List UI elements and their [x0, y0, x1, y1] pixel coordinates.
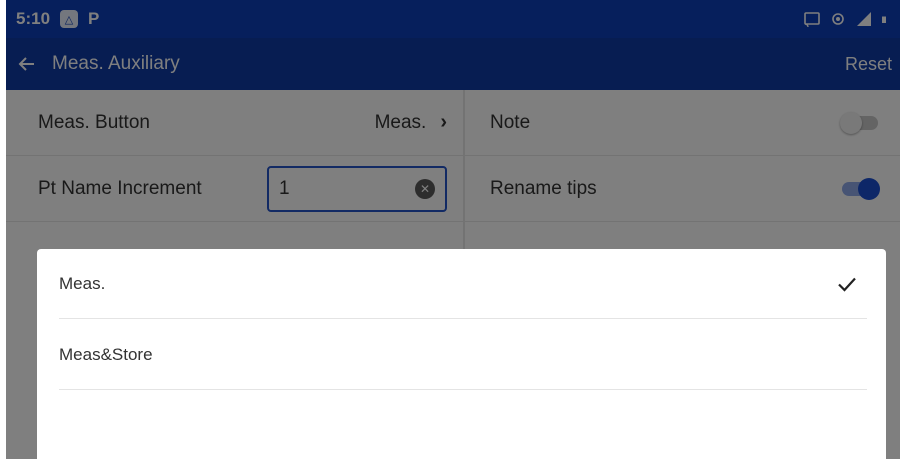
meas-button-options-dialog: Meas. Meas&Store	[37, 249, 886, 459]
option-label: Meas&Store	[59, 344, 153, 364]
checkmark-icon	[838, 277, 856, 292]
option-meas-and-store[interactable]: Meas&Store	[59, 320, 867, 390]
screen: 5:10 △ P Meas. Auxiliary	[6, 0, 900, 459]
option-label: Meas.	[59, 273, 106, 293]
option-meas[interactable]: Meas.	[59, 249, 867, 319]
